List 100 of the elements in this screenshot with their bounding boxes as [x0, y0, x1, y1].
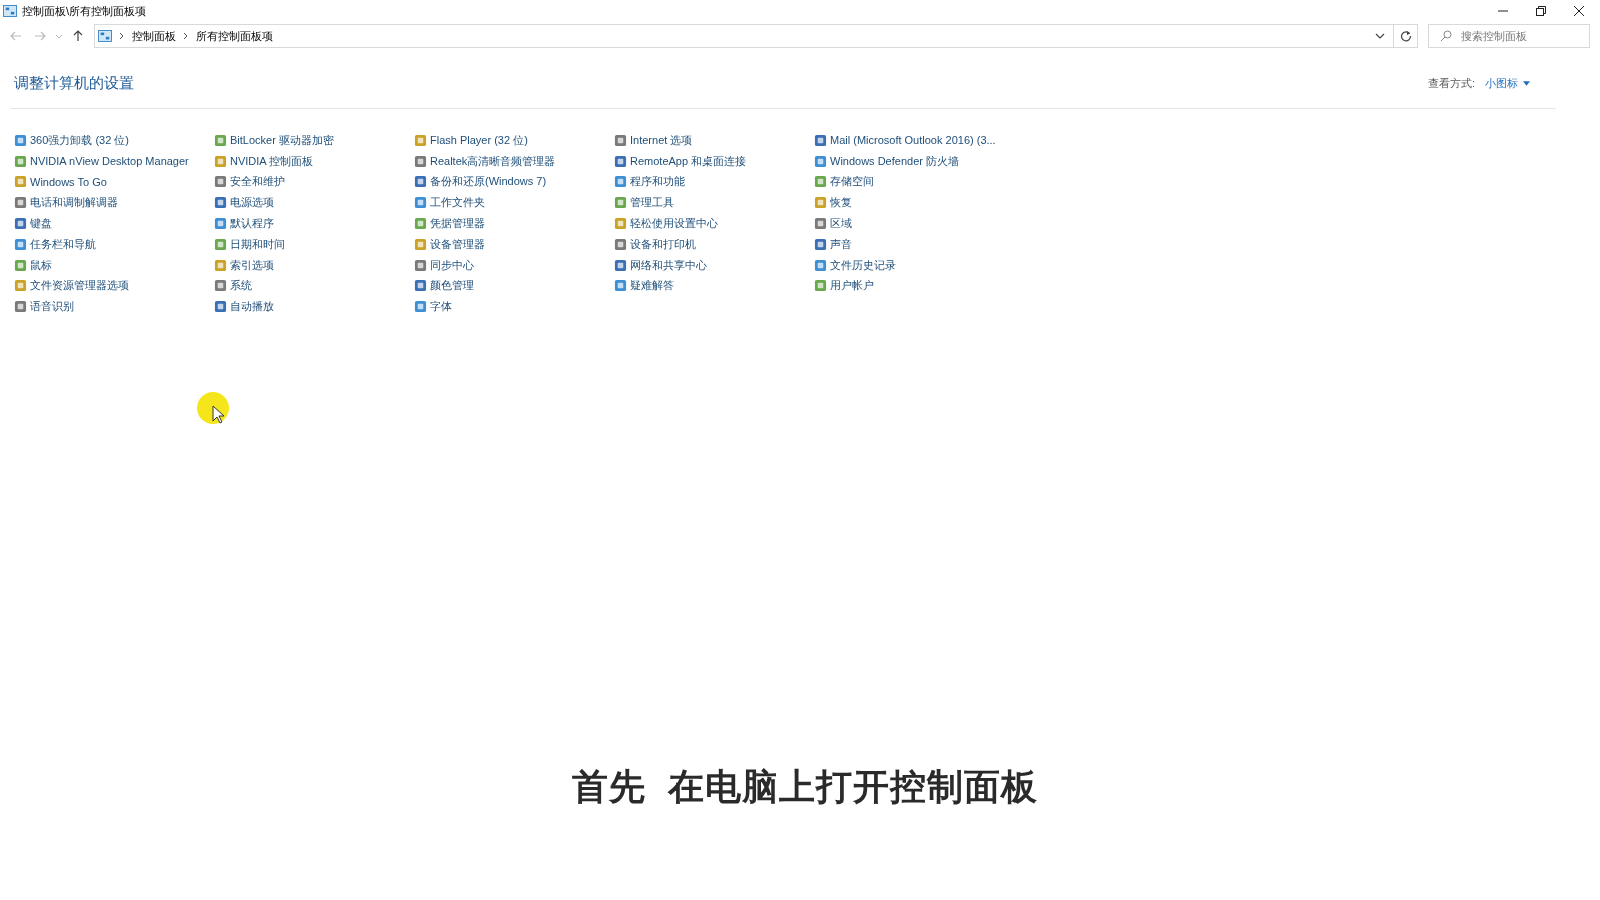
applet-icon [614, 279, 627, 293]
breadcrumb[interactable]: 控制面板 [132, 28, 176, 44]
applet-icon [414, 217, 427, 231]
control-panel-item[interactable]: 管理工具 [614, 192, 814, 214]
control-panel-item[interactable]: 恢复 [814, 192, 1014, 214]
applet-icon [214, 279, 227, 293]
applet-icon [614, 154, 627, 168]
control-panel-icon [98, 30, 112, 42]
control-panel-item[interactable]: 工作文件夹 [414, 192, 614, 214]
applet-icon [614, 175, 627, 189]
control-panel-item[interactable]: 键盘 [14, 213, 214, 234]
applet-icon [614, 258, 627, 272]
control-panel-item[interactable]: 语音识别 [14, 296, 214, 318]
applet-icon [614, 237, 627, 251]
applet-icon [214, 258, 227, 272]
applet-icon [214, 196, 227, 210]
restore-icon[interactable] [1536, 6, 1546, 16]
control-panel-item[interactable]: 任务栏和导航 [14, 234, 214, 255]
applet-icon [14, 133, 27, 147]
control-panel-item[interactable]: 设备和打印机 [614, 234, 814, 255]
applet-icon [414, 154, 427, 168]
applet-icon [814, 133, 827, 147]
subtitle-caption: 首先 在电脑上打开控制面板 [572, 765, 1038, 809]
control-panel-item[interactable]: 日期和时间 [214, 234, 414, 255]
refresh-icon [1399, 30, 1412, 42]
applet-icon [614, 133, 627, 147]
control-panel-item[interactable]: 360强力卸载 (32 位) [14, 130, 214, 151]
address-bar[interactable]: 控制面板 所有控制面板项 [94, 24, 1394, 48]
control-panel-item[interactable]: 自动播放 [214, 296, 414, 318]
control-panel-item[interactable]: 字体 [414, 296, 614, 318]
control-panel-item[interactable]: 索引选项 [214, 254, 414, 276]
applet-icon [414, 300, 427, 314]
control-panel-item[interactable]: 电话和调制解调器 [14, 192, 214, 214]
control-panel-item[interactable]: 用户帐户 [814, 275, 1014, 297]
applet-icon [814, 279, 827, 293]
control-panel-item[interactable]: 文件历史记录 [814, 254, 1014, 276]
applet-icon [214, 175, 227, 189]
refresh-button[interactable] [1394, 24, 1418, 48]
control-panel-item[interactable]: 设备管理器 [414, 234, 614, 255]
applet-icon [414, 237, 427, 251]
applet-icon [14, 258, 27, 272]
control-panel-icon [3, 5, 17, 17]
window-title: 控制面板\所有控制面板项 [22, 3, 147, 19]
applet-icon [414, 258, 427, 272]
control-panel-item[interactable]: 电源选项 [214, 192, 414, 214]
chevron-down-icon[interactable] [1375, 32, 1385, 40]
control-panel-item[interactable]: 鼠标 [14, 254, 214, 276]
control-panel-item[interactable]: 系统 [214, 275, 414, 297]
applet-icon [14, 279, 27, 293]
applet-icon [14, 217, 27, 231]
control-panel-item[interactable]: 网络和共享中心 [614, 254, 814, 276]
close-icon[interactable] [1574, 6, 1584, 16]
control-panel-item[interactable]: 安全和维护 [214, 171, 414, 193]
control-panel-item[interactable]: 疑难解答 [614, 275, 814, 297]
control-panel-item[interactable]: Windows Defender 防火墙 [814, 150, 1014, 172]
applet-icon [814, 154, 827, 168]
control-panel-item[interactable]: 轻松使用设置中心 [614, 213, 814, 234]
control-panel-item[interactable]: 区域 [814, 213, 1014, 234]
control-panel-item[interactable]: Windows To Go [14, 171, 214, 193]
control-panel-item[interactable]: 凭据管理器 [414, 213, 614, 234]
control-panel-item[interactable]: 文件资源管理器选项 [14, 275, 214, 297]
applet-icon [14, 154, 27, 168]
control-panel-item[interactable]: Mail (Microsoft Outlook 2016) (3... [814, 130, 1014, 151]
applet-icon [14, 175, 27, 189]
chevron-right-icon [183, 32, 189, 40]
control-panel-item[interactable]: BitLocker 驱动器加密 [214, 130, 414, 151]
search-icon [1440, 30, 1452, 42]
search-field[interactable]: 搜索控制面板 [1428, 24, 1590, 48]
view-mode-dropdown[interactable]: 小图标 [1485, 75, 1530, 91]
control-panel-item[interactable]: 颜色管理 [414, 275, 614, 297]
view-by-label: 查看方式: [1427, 75, 1475, 91]
control-panel-item[interactable]: 存储空间 [814, 171, 1014, 193]
applet-icon [414, 133, 427, 147]
control-panel-item[interactable]: 备份和还原(Windows 7) [414, 171, 614, 193]
applet-icon [814, 217, 827, 231]
breadcrumb[interactable]: 所有控制面板项 [196, 28, 273, 44]
control-panel-item[interactable]: NVIDIA 控制面板 [214, 150, 414, 172]
up-arrow-icon[interactable] [72, 30, 84, 42]
control-panel-item[interactable]: 程序和功能 [614, 171, 814, 193]
applet-icon [814, 258, 827, 272]
control-panel-item[interactable]: 同步中心 [414, 254, 614, 276]
control-panel-item[interactable]: Internet 选项 [614, 130, 814, 151]
applet-icon [414, 279, 427, 293]
applet-icon [214, 133, 227, 147]
applet-icon [814, 196, 827, 210]
control-panel-item[interactable]: 声音 [814, 234, 1014, 255]
applet-icon [814, 175, 827, 189]
control-panel-item[interactable]: 默认程序 [214, 213, 414, 234]
applet-icon [14, 196, 27, 210]
control-panel-item[interactable]: RemoteApp 和桌面连接 [614, 150, 814, 172]
control-panel-item[interactable]: Flash Player (32 位) [414, 130, 614, 151]
applet-icon [814, 237, 827, 251]
applet-icon [414, 175, 427, 189]
chevron-right-icon [119, 32, 125, 40]
applet-icon [414, 196, 427, 210]
applet-icon [214, 154, 227, 168]
applet-icon [14, 300, 27, 314]
page-heading: 调整计算机的设置 [14, 73, 134, 93]
control-panel-item[interactable]: Realtek高清晰音频管理器 [414, 150, 614, 172]
control-panel-item[interactable]: NVIDIA nView Desktop Manager [14, 150, 214, 172]
